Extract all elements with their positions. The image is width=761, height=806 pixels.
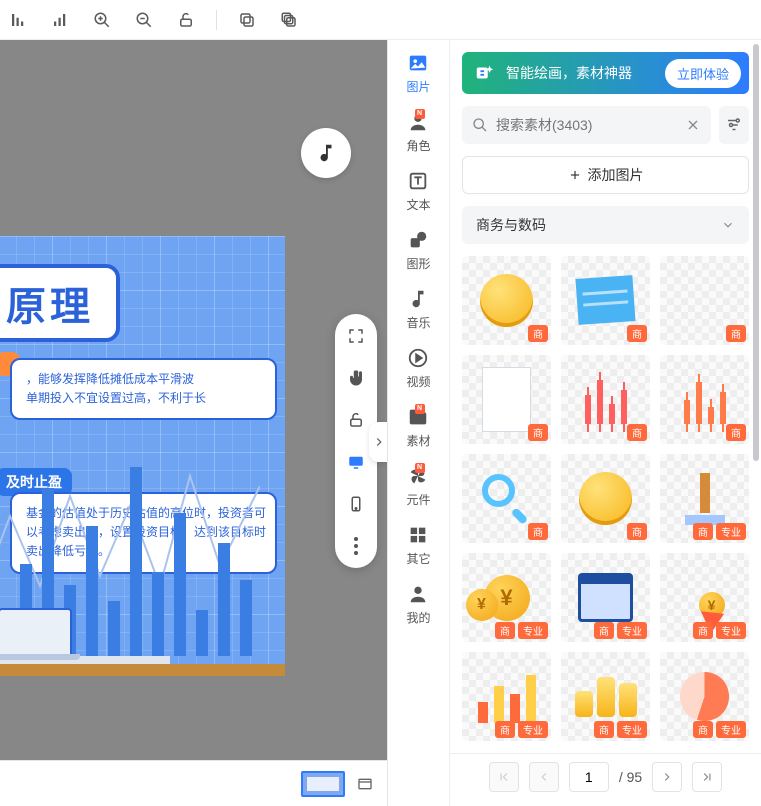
slide-title: 原理 <box>0 264 120 342</box>
shapes-icon <box>407 229 429 251</box>
slide[interactable]: 原理 ，能够发挥降低摊低成本平滑波 单期投入不宜设置过高，不利于长 及时止盈 基… <box>0 236 285 676</box>
pager-page-input[interactable] <box>569 762 609 792</box>
nav-item-text[interactable]: 文本 <box>406 170 430 213</box>
grid-icon <box>407 524 429 546</box>
copy-icon[interactable] <box>235 8 259 32</box>
nav-item-label: 图形 <box>406 255 430 272</box>
category-selected: 商务与数码 <box>476 215 546 235</box>
slide-bubble-1: ，能够发挥降低摊低成本平滑波 单期投入不宜设置过高，不利于长 <box>10 358 277 420</box>
user-icon <box>407 583 429 605</box>
zoom-out-icon[interactable] <box>132 8 156 32</box>
nav-item-label: 我的 <box>406 609 430 626</box>
slide-laptop <box>0 608 72 656</box>
pager-first[interactable] <box>489 762 519 792</box>
asset-item-magnifier[interactable]: 商 <box>462 454 551 543</box>
canvas-area[interactable]: 原理 ，能够发挥降低摊低成本平滑波 单期投入不宜设置过高，不利于长 及时止盈 基… <box>0 40 388 806</box>
ai-banner[interactable]: 智能绘画，素材神器 立即体验 <box>462 52 749 94</box>
nav-item-role[interactable]: N 角色 <box>406 111 430 154</box>
ai-banner-text: 智能绘画，素材神器 <box>506 63 655 83</box>
nav-item-shape[interactable]: 图形 <box>406 229 430 272</box>
asset-item-sticky-note[interactable]: 商 <box>561 256 650 345</box>
pager-last[interactable] <box>692 762 722 792</box>
nav-item-mine[interactable]: 我的 <box>406 583 430 626</box>
filter-icon <box>725 116 743 134</box>
asset-item-gold-coin[interactable]: 商 <box>561 454 650 543</box>
asset-item-pedestal[interactable]: 商专业 <box>660 454 749 543</box>
nav-item-label: 角色 <box>406 137 430 154</box>
asset-item-yen-coins[interactable]: ¥¥商专业 <box>462 553 551 642</box>
phone-icon[interactable] <box>344 492 368 516</box>
nav-item-image[interactable]: 图片 <box>406 52 430 95</box>
chevron-right-icon <box>372 435 386 449</box>
canvas-footer <box>0 760 387 806</box>
nav-item-music[interactable]: 音乐 <box>406 288 430 331</box>
top-toolbar <box>0 0 761 40</box>
slide-ground <box>0 664 285 676</box>
pager-total: / 95 <box>619 769 642 785</box>
nav-item-label: 音乐 <box>406 314 430 331</box>
display-icon[interactable] <box>344 450 368 474</box>
zoom-in-icon[interactable] <box>90 8 114 32</box>
nav-item-component[interactable]: N 元件 <box>406 465 430 508</box>
nav-item-video[interactable]: 视频 <box>406 347 430 390</box>
nav-item-label: 文本 <box>406 196 430 213</box>
image-icon <box>407 52 429 74</box>
add-image-label: 添加图片 <box>588 165 644 185</box>
category-select[interactable]: 商务与数码 <box>462 206 749 244</box>
text-icon <box>407 170 429 192</box>
window-view-icon[interactable] <box>357 776 373 792</box>
asset-item-bar-chart[interactable]: 商专业 <box>462 652 551 741</box>
nav-item-label: 其它 <box>406 550 430 567</box>
copy-multi-icon[interactable] <box>277 8 301 32</box>
pager-prev[interactable] <box>529 762 559 792</box>
play-icon <box>407 347 429 369</box>
new-badge: N <box>415 404 425 414</box>
ai-cta-button[interactable]: 立即体验 <box>665 59 741 88</box>
unlock-icon[interactable] <box>344 408 368 432</box>
nav-item-label: 图片 <box>406 78 430 95</box>
more-icon[interactable] <box>344 534 368 558</box>
asset-item-blank[interactable]: 商 <box>660 256 749 345</box>
panel-scrollbar[interactable] <box>751 44 761 802</box>
asset-item-candlestick-red[interactable]: 商 <box>561 355 650 444</box>
music-button[interactable] <box>301 128 351 178</box>
bars-ascending-icon[interactable] <box>48 8 72 32</box>
search-icon <box>472 117 488 133</box>
new-badge: N <box>415 463 425 473</box>
bars-descending-icon[interactable] <box>6 8 30 32</box>
nav-column: 图片 N 角色 文本 图形 音乐 视频 <box>388 40 450 806</box>
asset-panel: 智能绘画，素材神器 立即体验 添加图片 <box>450 40 761 806</box>
asset-item-candlestick-mixed[interactable]: 商 <box>660 355 749 444</box>
slide-thumbnail[interactable] <box>301 771 345 797</box>
search-input[interactable] <box>496 117 677 133</box>
music-note-icon <box>315 142 337 164</box>
nav-item-asset[interactable]: N 素材 <box>406 406 430 449</box>
fullscreen-icon[interactable] <box>344 324 368 348</box>
pager: / 95 <box>450 753 761 799</box>
nav-item-other[interactable]: 其它 <box>406 524 430 567</box>
asset-item-paper[interactable]: 商 <box>462 355 551 444</box>
pager-next[interactable] <box>652 762 682 792</box>
asset-item-coin-stack[interactable]: 商专业 <box>561 652 650 741</box>
add-image-button[interactable]: 添加图片 <box>462 156 749 194</box>
asset-item-browser[interactable]: 商专业 <box>561 553 650 642</box>
new-badge: N <box>415 109 425 119</box>
clear-icon[interactable] <box>685 117 701 133</box>
chevron-down-icon <box>721 218 735 232</box>
hand-icon[interactable] <box>344 366 368 390</box>
asset-item-growth[interactable]: ¥商专业 <box>660 553 749 642</box>
asset-item-pie-chart[interactable]: 商专业 <box>660 652 749 741</box>
panel-expand-handle[interactable] <box>369 422 388 462</box>
asset-grid: 商 商 商 商 商 商 商 商 商专业 ¥¥商专业 商专业 ¥商专业 商 <box>462 256 749 741</box>
unlock-icon[interactable] <box>174 8 198 32</box>
ai-icon <box>474 62 496 84</box>
filter-button[interactable] <box>719 106 749 144</box>
nav-item-label: 视频 <box>406 373 430 390</box>
plus-icon <box>568 168 582 182</box>
search-box[interactable] <box>462 106 711 144</box>
nav-item-label: 元件 <box>406 491 430 508</box>
music-icon <box>407 288 429 310</box>
nav-item-label: 素材 <box>406 432 430 449</box>
asset-item-coin[interactable]: 商 <box>462 256 551 345</box>
